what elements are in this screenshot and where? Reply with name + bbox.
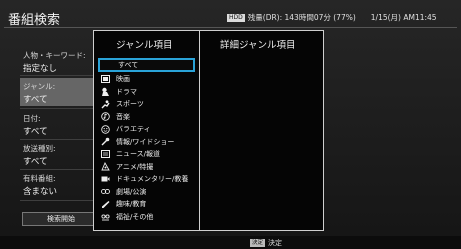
genre-item-sports[interactable]: スポーツ xyxy=(98,98,195,111)
genre-item-movie[interactable]: 映画 xyxy=(98,73,195,86)
microphone-icon xyxy=(101,137,110,146)
genre-value[interactable]: すべて xyxy=(23,93,48,105)
genre-item-all[interactable]: すべて xyxy=(98,58,195,72)
genre-item-label: スポーツ xyxy=(116,100,144,109)
genre-item-label: 情報/ワイドショー xyxy=(116,137,175,146)
paid-program-value[interactable]: 含まない xyxy=(23,185,57,197)
status-bar: HDD 残量(DR): 143時間07分 (77%) 1/15(月) AM11:… xyxy=(227,12,437,23)
genre-item-label: ニュース/報道 xyxy=(116,150,161,159)
genre-item-theater[interactable]: 劇場/公演 xyxy=(98,186,195,199)
genre-item-label: 趣味/教育 xyxy=(116,200,147,209)
genre-select-dialog: ジャンル項目 詳細ジャンル項目 すべて 映画 ドラマ スポーツ 音楽 バラエティ… xyxy=(93,30,324,231)
genre-item-hobby-education[interactable]: 趣味/教育 xyxy=(98,198,195,211)
genre-item-label: ドラマ xyxy=(116,87,137,96)
genre-item-label: すべて xyxy=(118,61,139,69)
pane-divider xyxy=(199,31,200,230)
broadcast-type-value[interactable]: すべて xyxy=(23,155,48,167)
news-icon xyxy=(101,150,110,159)
current-datetime: 1/15(月) AM11:45 xyxy=(370,13,437,22)
page-title: 番組検索 xyxy=(8,13,61,28)
date-value[interactable]: すべて xyxy=(23,125,48,137)
genre-item-label: 映画 xyxy=(116,75,130,84)
genre-item-label: アニメ/特撮 xyxy=(116,162,154,171)
genre-list: すべて 映画 ドラマ スポーツ 音楽 バラエティ 情報/ワイドショー ニュース/… xyxy=(98,58,195,223)
drama-icon xyxy=(101,87,110,97)
paid-program-label: 有料番組: xyxy=(23,174,56,183)
genre-item-label: 音楽 xyxy=(116,112,130,121)
remaining-capacity: 残量(DR): 143時間07分 (77%) xyxy=(247,13,356,22)
keyword-value[interactable]: 指定なし xyxy=(23,62,57,74)
detail-genre-pane-title: 詳細ジャンル項目 xyxy=(220,40,296,51)
footer-hint: 決定 決定 xyxy=(250,238,282,248)
genre-item-info-wideshow[interactable]: 情報/ワイドショー xyxy=(98,136,195,149)
genre-item-label: 福祉/その他 xyxy=(116,212,154,221)
genre-item-label: 劇場/公演 xyxy=(116,187,147,196)
pencil-icon xyxy=(101,200,110,209)
genre-item-variety[interactable]: バラエティ xyxy=(98,123,195,136)
genre-item-label: ドキュメンタリー/教養 xyxy=(116,175,189,184)
genre-item-documentary[interactable]: ドキュメンタリー/教養 xyxy=(98,173,195,186)
header-divider xyxy=(4,27,457,28)
genre-item-music[interactable]: 音楽 xyxy=(98,111,195,124)
genre-item-drama[interactable]: ドラマ xyxy=(98,86,195,99)
sports-icon xyxy=(101,100,110,109)
hdd-badge: HDD xyxy=(227,13,245,22)
search-start-button[interactable]: 検索開始 xyxy=(22,212,100,226)
music-icon xyxy=(101,112,110,121)
anime-icon xyxy=(101,162,110,171)
genre-item-anime[interactable]: アニメ/特撮 xyxy=(98,161,195,174)
date-label: 日付: xyxy=(23,114,41,123)
enter-key-label: 決定 xyxy=(268,239,283,247)
film-icon xyxy=(101,75,110,84)
variety-icon xyxy=(101,125,110,134)
theater-icon xyxy=(101,187,110,196)
genre-label: ジャンル: xyxy=(23,82,56,91)
keyword-label: 人物・キーワード: xyxy=(23,51,86,60)
genre-item-news[interactable]: ニュース/報道 xyxy=(98,148,195,161)
broadcast-type-label: 放送種別: xyxy=(23,144,56,153)
documentary-icon xyxy=(101,175,110,184)
enter-key-badge: 決定 xyxy=(250,239,266,247)
genre-item-label: バラエティ xyxy=(116,125,151,134)
genre-pane-title: ジャンル項目 xyxy=(116,40,173,51)
welfare-icon xyxy=(101,212,110,221)
footer-bar xyxy=(0,236,461,249)
genre-item-welfare-other[interactable]: 福祉/その他 xyxy=(98,211,195,224)
program-search-screen: 番組検索 HDD 残量(DR): 143時間07分 (77%) 1/15(月) … xyxy=(0,0,461,249)
